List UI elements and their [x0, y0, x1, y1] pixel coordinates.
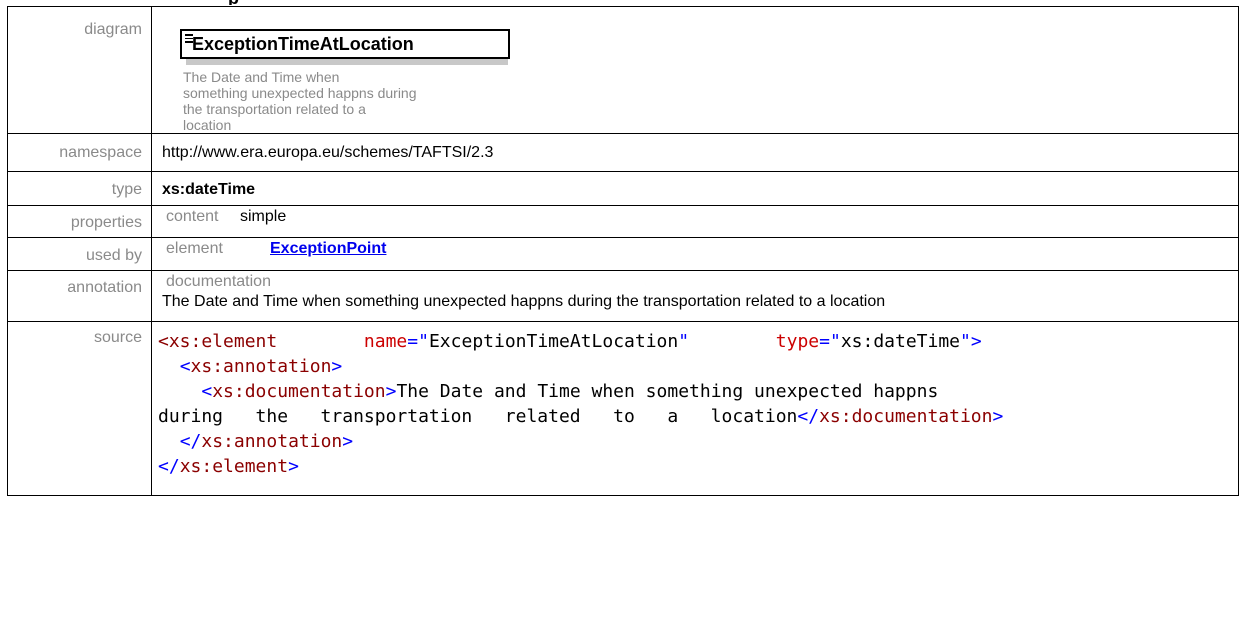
- source-token: xs:annotation: [201, 431, 343, 452]
- schema-element-table: diagram ExceptionTimeAtLocation The Date…: [7, 6, 1239, 496]
- source-line: </xs:element>: [158, 454, 1226, 479]
- source-token: </: [158, 456, 180, 477]
- source-token: >: [970, 331, 982, 352]
- used-by-cell: element ExceptionPoint: [151, 237, 1239, 271]
- source-token: ": [960, 331, 971, 352]
- source-row: source <xs:element name="ExceptionTimeAt…: [7, 321, 1239, 496]
- diagram-doc-line: location: [183, 117, 232, 133]
- source-token: type: [775, 331, 820, 352]
- source-cell: <xs:element name="ExceptionTimeAtLocatio…: [151, 321, 1239, 496]
- properties-cell: content simple: [151, 205, 1239, 238]
- source-token: [158, 431, 180, 452]
- element-box-name: ExceptionTimeAtLocation: [192, 34, 414, 54]
- source-token: <: [201, 381, 213, 402]
- source-line: <xs:element name="ExceptionTimeAtLocatio…: [158, 329, 1226, 354]
- source-token: xs:documentation: [819, 406, 993, 427]
- element-lines-icon: [185, 34, 193, 45]
- annotation-row: annotation documentation The Date and Ti…: [7, 270, 1239, 322]
- type-label: type: [7, 171, 152, 206]
- source-token: xs:dateTime: [840, 331, 961, 352]
- source-token: ": [829, 331, 841, 352]
- diagram-doc-line: The Date and Time when: [183, 69, 340, 85]
- source-token: <: [179, 356, 191, 377]
- source-token: ": [418, 331, 429, 352]
- element-box: ExceptionTimeAtLocation: [180, 29, 510, 65]
- used-by-row: used by element ExceptionPoint: [7, 237, 1239, 271]
- diagram-doc-line: something unexpected happns during: [183, 85, 417, 101]
- source-token: xs:element: [179, 456, 289, 477]
- source-token: [689, 331, 776, 352]
- diagram-label: diagram: [7, 6, 152, 134]
- source-line: </xs:annotation>: [158, 429, 1226, 454]
- element-box-frame: ExceptionTimeAtLocation: [180, 29, 510, 59]
- used-by-kind: element: [166, 240, 223, 257]
- properties-key: content: [166, 208, 219, 225]
- type-row: type xs:dateTime: [7, 171, 1239, 206]
- annotation-cell: documentation The Date and Time when som…: [151, 270, 1239, 322]
- type-value: xs:dateTime: [151, 171, 1239, 206]
- source-token: =: [819, 331, 830, 352]
- namespace-label: namespace: [7, 133, 152, 172]
- used-by-label: used by: [7, 237, 152, 271]
- source-token: name: [363, 331, 408, 352]
- properties-label: properties: [7, 205, 152, 238]
- properties-row: properties content simple: [7, 205, 1239, 238]
- source-token: The Date and Time when something unexpec…: [396, 381, 939, 402]
- source-token: </: [797, 406, 820, 427]
- namespace-value: http://www.era.europa.eu/schemes/TAFTSI/…: [151, 133, 1239, 172]
- source-token: [277, 331, 364, 352]
- diagram-documentation: The Date and Time when something unexpec…: [183, 69, 503, 133]
- source-label: source: [7, 321, 152, 496]
- source-token: during the transportation related to a l…: [158, 406, 798, 427]
- source-token: xs:annotation: [190, 356, 332, 377]
- source-code: <xs:element name="ExceptionTimeAtLocatio…: [158, 329, 1226, 479]
- source-line: <xs:annotation>: [158, 354, 1226, 379]
- source-token: [158, 356, 180, 377]
- source-token: ExceptionTimeAtLocation: [428, 331, 679, 352]
- source-line: during the transportation related to a l…: [158, 404, 1226, 429]
- source-token: >: [992, 406, 1004, 427]
- annotation-label: annotation: [7, 270, 152, 322]
- annotation-text: The Date and Time when something unexpec…: [162, 293, 886, 310]
- source-line: <xs:documentation>The Date and Time when…: [158, 379, 1226, 404]
- source-token: xs:documentation: [212, 381, 386, 402]
- exception-point-link[interactable]: ExceptionPoint: [270, 240, 386, 257]
- source-token: >: [342, 431, 354, 452]
- source-token: <xs:element: [158, 331, 278, 352]
- diagram-doc-line: the transportation related to a: [183, 101, 366, 117]
- clipped-heading: p: [228, 0, 298, 5]
- source-token: </: [179, 431, 202, 452]
- source-token: =: [407, 331, 419, 352]
- properties-value: simple: [240, 208, 287, 225]
- namespace-row: namespace http://www.era.europa.eu/schem…: [7, 133, 1239, 172]
- source-token: >: [331, 356, 343, 377]
- source-token: >: [288, 456, 299, 477]
- source-token: ": [678, 331, 690, 352]
- annotation-key: documentation: [166, 273, 271, 290]
- source-token: >: [385, 381, 397, 402]
- diagram-row: diagram ExceptionTimeAtLocation The Date…: [7, 6, 1239, 134]
- source-token: [158, 381, 201, 402]
- diagram-cell: ExceptionTimeAtLocation The Date and Tim…: [151, 6, 1239, 134]
